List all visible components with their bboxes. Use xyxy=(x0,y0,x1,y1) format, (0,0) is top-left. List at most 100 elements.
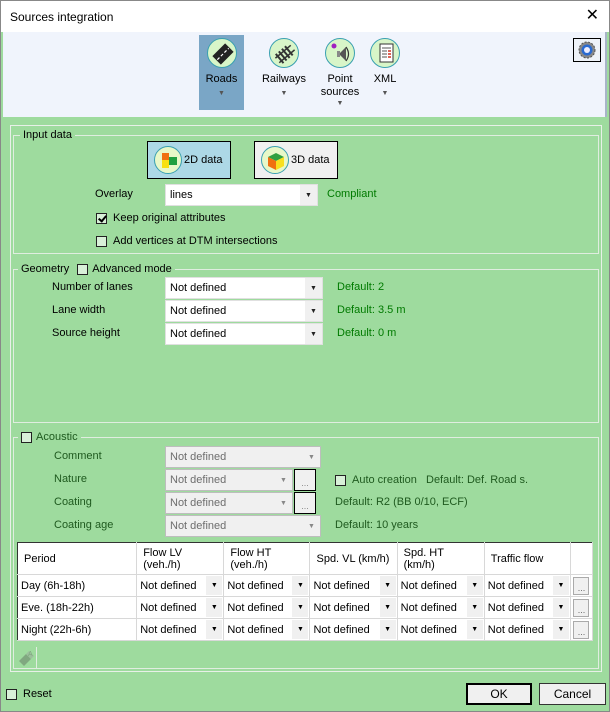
spd-vl-cell: Not defined ▼ xyxy=(309,618,398,641)
nature-browse-button[interactable]: ... xyxy=(294,469,316,491)
add-vertices-checkbox[interactable] xyxy=(96,235,107,247)
row-browse-button[interactable]: ... xyxy=(573,598,590,617)
spd-vl-value: Not defined xyxy=(313,579,370,592)
flow-ht-cell: Not defined ▼ xyxy=(223,574,311,597)
coating-value: Not defined xyxy=(170,497,227,509)
spd-vl-cell: Not defined ▼ xyxy=(309,596,398,619)
overlay-status: Compliant xyxy=(327,188,377,200)
number-of-lanes-label: Number of lanes xyxy=(52,281,133,293)
source-height-value: Not defined xyxy=(170,328,227,340)
ribbon-point-sources-label: Point sources xyxy=(319,73,361,99)
chevron-down-icon: ▼ xyxy=(305,324,322,344)
acoustic-checkbox[interactable] xyxy=(21,432,32,443)
lane-width-select[interactable]: Not defined ▼ xyxy=(165,300,323,322)
keep-attributes-checkbox[interactable] xyxy=(96,212,107,224)
flow-lv-select[interactable]: Not defined ▼ xyxy=(137,575,223,596)
road-icon xyxy=(206,38,237,68)
settings-button[interactable] xyxy=(573,38,601,62)
traffic-flow-cell: Not defined ▼ xyxy=(484,618,571,641)
auto-creation-checkbox[interactable] xyxy=(335,474,346,486)
spd-ht-select[interactable]: Not defined ▼ xyxy=(398,619,484,640)
spd-ht-cell: Not defined ▼ xyxy=(397,574,485,597)
speaker-icon xyxy=(325,38,355,68)
source-height-select[interactable]: Not defined ▼ xyxy=(165,323,323,345)
chevron-down-icon: ▼ xyxy=(552,598,569,617)
reset-row: Reset xyxy=(6,688,52,700)
spd-vl-select[interactable]: Not defined ▼ xyxy=(310,575,396,596)
traffic-flow-select[interactable]: Not defined ▼ xyxy=(485,597,570,618)
traffic-flow-table: Period Flow LV (veh./h) Flow HT (veh./h) S… xyxy=(17,542,594,641)
chevron-down-icon: ▼ xyxy=(552,576,569,595)
spd-vl-cell: Not defined ▼ xyxy=(309,574,398,597)
spd-vl-select[interactable]: Not defined ▼ xyxy=(310,619,396,640)
overlay-value: lines xyxy=(170,189,193,201)
overlay-select[interactable]: lines ▼ xyxy=(165,184,318,206)
spd-ht-cell: Not defined ▼ xyxy=(397,596,485,619)
chevron-down-icon: ▼ xyxy=(552,620,569,639)
flow-ht-select[interactable]: Not defined ▼ xyxy=(224,597,309,618)
coating-browse-button[interactable]: ... xyxy=(294,492,316,514)
add-vertices-label: Add vertices at DTM intersections xyxy=(113,235,278,247)
ribbon-roads-button[interactable]: Roads ▼ xyxy=(199,35,244,110)
eraser-icon: A xyxy=(19,651,34,666)
advanced-mode-checkbox[interactable] xyxy=(77,264,89,275)
flow-ht-select[interactable]: Not defined ▼ xyxy=(224,619,309,640)
spd-ht-cell: Not defined ▼ xyxy=(397,618,485,641)
column-header-flow-ht: Flow HT (veh./h) xyxy=(223,542,311,575)
3d-data-button[interactable]: 3D data xyxy=(254,141,338,179)
traffic-flow-select[interactable]: Not defined ▼ xyxy=(485,575,570,596)
row-browse-button[interactable]: ... xyxy=(573,576,590,595)
keep-attributes-row: Keep original attributes xyxy=(96,212,226,224)
chevron-down-icon: ▼ xyxy=(303,447,320,467)
coating-age-select[interactable]: Not defined ▼ xyxy=(165,515,321,537)
flow-ht-value: Not defined xyxy=(227,601,284,614)
reset-checkbox[interactable] xyxy=(6,688,17,700)
coating-default: Default: R2 (BB 0/10, ECF) xyxy=(335,496,468,508)
ribbon-railways-button[interactable]: Railways ▼ xyxy=(259,35,309,110)
ok-button[interactable]: OK xyxy=(466,683,532,705)
period-cell: Night (22h-6h) xyxy=(17,618,138,641)
close-icon[interactable]: ✕ xyxy=(586,7,599,25)
row-action-cell: ... xyxy=(570,574,594,597)
chevron-down-icon: ▼ xyxy=(466,620,483,639)
clear-button[interactable]: A xyxy=(15,647,37,669)
chevron-down-icon: ▼ xyxy=(292,576,309,595)
flow-lv-value: Not defined xyxy=(140,623,197,636)
cancel-button[interactable]: Cancel xyxy=(539,683,606,705)
row-browse-button[interactable]: ... xyxy=(573,620,590,639)
column-header-traffic-flow-label: Traffic flow xyxy=(490,552,544,565)
geometry-legend-label: Geometry xyxy=(21,263,70,275)
traffic-flow-select[interactable]: Not defined ▼ xyxy=(485,619,570,640)
comment-label: Comment xyxy=(54,450,102,462)
column-header-spd-vl-label: Spd. VL (km/h) xyxy=(316,552,390,565)
table-header-row: Period Flow LV (veh./h) Flow HT (veh./h) S… xyxy=(17,542,594,575)
ribbon-point-sources-button[interactable]: Point sources ▼ xyxy=(319,35,361,115)
comment-select[interactable]: Not defined ▼ xyxy=(165,446,321,468)
nature-select[interactable]: Not defined ▼ xyxy=(165,469,293,491)
chevron-down-icon: ▼ xyxy=(381,90,389,97)
chevron-down-icon: ▼ xyxy=(466,576,483,595)
ribbon-xml-button[interactable]: XML ▼ xyxy=(367,35,403,110)
chevron-down-icon: ▼ xyxy=(379,576,396,595)
nature-default: Default: Def. Road s. xyxy=(426,474,529,486)
2d-data-button[interactable]: 2D data xyxy=(147,141,231,179)
coating-select[interactable]: Not defined ▼ xyxy=(165,492,293,514)
number-of-lanes-select[interactable]: Not defined ▼ xyxy=(165,277,323,299)
column-header-flow-lv-line2: (veh./h) xyxy=(143,558,181,571)
flow-lv-select[interactable]: Not defined ▼ xyxy=(137,597,223,618)
geometry-legend: Geometry Advanced mode xyxy=(18,263,175,276)
flow-ht-select[interactable]: Not defined ▼ xyxy=(224,575,309,596)
chevron-down-icon: ▼ xyxy=(206,620,223,639)
spd-ht-select[interactable]: Not defined ▼ xyxy=(398,575,484,596)
number-of-lanes-value: Not defined xyxy=(170,282,227,294)
flow-lv-cell: Not defined ▼ xyxy=(136,618,225,641)
row-action-cell: ... xyxy=(570,596,594,619)
flow-lv-select[interactable]: Not defined ▼ xyxy=(137,619,223,640)
table-row: Eve. (18h-22h) Not defined ▼ Not defined ▼ No… xyxy=(17,596,594,619)
traffic-flow-value: Not defined xyxy=(487,623,545,636)
overlay-label: Overlay xyxy=(95,188,133,200)
source-height-default: Default: 0 m xyxy=(337,327,397,339)
chevron-down-icon: ▼ xyxy=(218,90,225,97)
spd-vl-select[interactable]: Not defined ▼ xyxy=(310,597,396,618)
spd-ht-select[interactable]: Not defined ▼ xyxy=(398,597,484,618)
